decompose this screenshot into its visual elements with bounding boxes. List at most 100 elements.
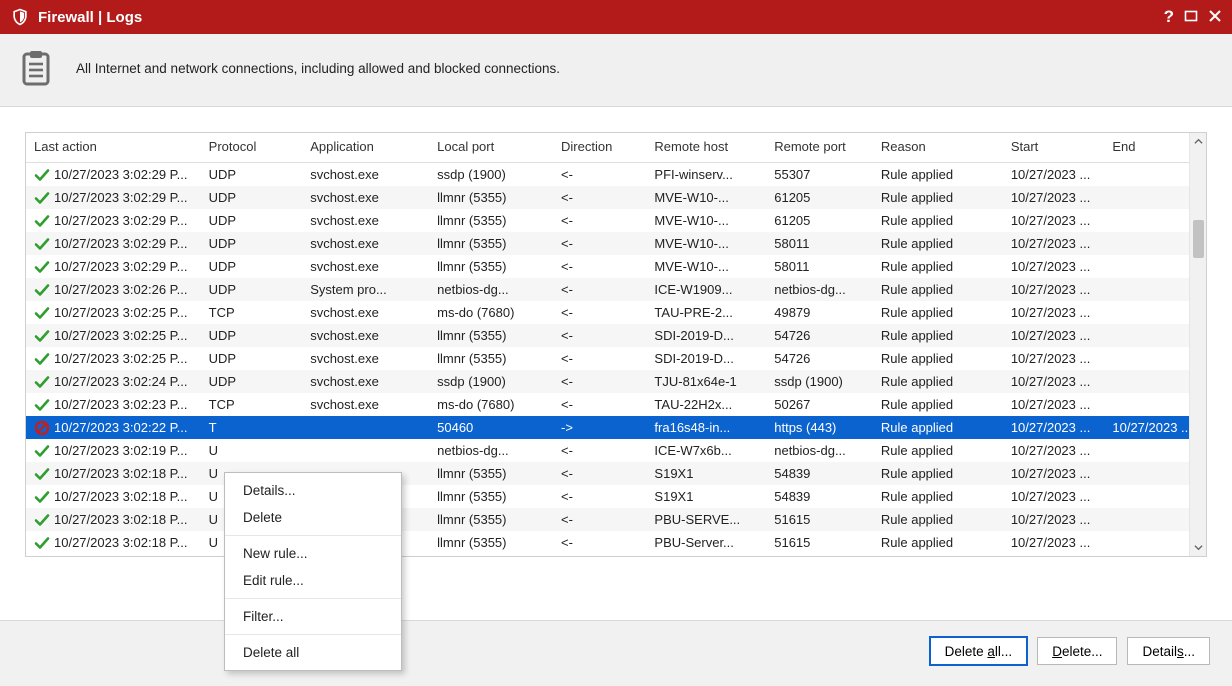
cell-protocol: UDP (201, 163, 303, 187)
cell-protocol: UDP (201, 278, 303, 301)
cell-start: 10/27/2023 ... (1003, 347, 1105, 370)
cell-last-action: 10/27/2023 3:02:29 P... (54, 188, 188, 207)
close-icon[interactable] (1208, 9, 1222, 26)
delete-all-button[interactable]: Delete all... (930, 637, 1028, 665)
cell-start: 10/27/2023 ... (1003, 439, 1105, 462)
cell-remote-host: TJU-81x64e-1 (646, 370, 766, 393)
cell-start: 10/27/2023 ... (1003, 278, 1105, 301)
table-row[interactable]: 10/27/2023 3:02:18 P...Ullmnr (5355)<-S1… (26, 485, 1206, 508)
cell-direction: <- (553, 347, 646, 370)
cell-last-action: 10/27/2023 3:02:29 P... (54, 165, 188, 184)
cell-application: svchost.exe (302, 324, 429, 347)
table-row[interactable]: 10/27/2023 3:02:26 P...UDPSystem pro...n… (26, 278, 1206, 301)
cell-remote-host: PFI-winserv... (646, 163, 766, 187)
vertical-scrollbar[interactable] (1189, 133, 1206, 556)
maximize-icon[interactable] (1184, 9, 1198, 26)
cell-last-action: 10/27/2023 3:02:18 P... (54, 464, 188, 483)
cell-reason: Rule applied (873, 255, 1003, 278)
menu-new-rule[interactable]: New rule... (225, 540, 401, 567)
cell-last-action: 10/27/2023 3:02:29 P... (54, 211, 188, 230)
menu-details[interactable]: Details... (225, 477, 401, 504)
cell-remote-port: ssdp (1900) (766, 370, 873, 393)
cell-reason: Rule applied (873, 209, 1003, 232)
menu-separator-1 (225, 535, 401, 536)
cell-last-action: 10/27/2023 3:02:24 P... (54, 372, 188, 391)
cell-local-port: llmnr (5355) (429, 186, 553, 209)
table-row[interactable]: 10/27/2023 3:02:25 P...UDPsvchost.exellm… (26, 324, 1206, 347)
table-row[interactable]: 10/27/2023 3:02:29 P...UDPsvchost.exellm… (26, 232, 1206, 255)
cell-remote-host: S19X1 (646, 462, 766, 485)
cell-remote-port: https (443) (766, 416, 873, 439)
table-row[interactable]: 10/27/2023 3:02:18 P...Ullmnr (5355)<-PB… (26, 508, 1206, 531)
app-shield-icon (10, 7, 30, 27)
cell-last-action: 10/27/2023 3:02:19 P... (54, 441, 188, 460)
allow-icon (34, 535, 50, 551)
col-direction[interactable]: Direction (553, 133, 646, 163)
cell-direction: <- (553, 370, 646, 393)
cell-local-port: netbios-dg... (429, 278, 553, 301)
allow-icon (34, 305, 50, 321)
table-row[interactable]: 10/27/2023 3:02:29 P...UDPsvchost.exellm… (26, 186, 1206, 209)
table-row[interactable]: 10/27/2023 3:02:23 P...TCPsvchost.exems-… (26, 393, 1206, 416)
col-remote-host[interactable]: Remote host (646, 133, 766, 163)
table-row[interactable]: 10/27/2023 3:02:19 P...Unetbios-dg...<-I… (26, 439, 1206, 462)
scroll-down-arrow[interactable] (1190, 539, 1206, 556)
col-application[interactable]: Application (302, 133, 429, 163)
col-local-port[interactable]: Local port (429, 133, 553, 163)
menu-separator-2 (225, 598, 401, 599)
cell-last-action: 10/27/2023 3:02:22 P... (54, 418, 188, 437)
table-row[interactable]: 10/27/2023 3:02:18 P...Ullmnr (5355)<-S1… (26, 462, 1206, 485)
delete-button[interactable]: Delete... (1037, 637, 1117, 665)
table-row[interactable]: 10/27/2023 3:02:29 P...UDPsvchost.exessd… (26, 163, 1206, 187)
cell-start: 10/27/2023 ... (1003, 232, 1105, 255)
col-last-action[interactable]: Last action (26, 133, 201, 163)
cell-local-port: netbios-dg... (429, 439, 553, 462)
allow-icon (34, 213, 50, 229)
help-icon[interactable]: ? (1164, 7, 1174, 27)
menu-delete[interactable]: Delete (225, 504, 401, 531)
cell-protocol: UDP (201, 232, 303, 255)
col-remote-port[interactable]: Remote port (766, 133, 873, 163)
cell-application (302, 416, 429, 439)
scroll-up-arrow[interactable] (1190, 133, 1206, 150)
cell-application: svchost.exe (302, 232, 429, 255)
allow-icon (34, 466, 50, 482)
col-start[interactable]: Start (1003, 133, 1105, 163)
cell-remote-port: 54726 (766, 347, 873, 370)
cell-reason: Rule applied (873, 462, 1003, 485)
table-row[interactable]: 10/27/2023 3:02:29 P...UDPsvchost.exellm… (26, 209, 1206, 232)
cell-local-port: llmnr (5355) (429, 255, 553, 278)
allow-icon (34, 512, 50, 528)
menu-delete-all[interactable]: Delete all (225, 639, 401, 666)
cell-local-port: llmnr (5355) (429, 462, 553, 485)
subheader: All Internet and network connections, in… (0, 34, 1232, 107)
cell-remote-port: 55307 (766, 163, 873, 187)
cell-direction: <- (553, 232, 646, 255)
cell-reason: Rule applied (873, 347, 1003, 370)
cell-start: 10/27/2023 ... (1003, 163, 1105, 187)
menu-edit-rule[interactable]: Edit rule... (225, 567, 401, 594)
table-row[interactable]: 10/27/2023 3:02:25 P...UDPsvchost.exellm… (26, 347, 1206, 370)
log-table: Last action Protocol Application Local p… (26, 133, 1206, 554)
col-reason[interactable]: Reason (873, 133, 1003, 163)
cell-local-port: llmnr (5355) (429, 209, 553, 232)
details-button[interactable]: Details... (1127, 637, 1210, 665)
table-row[interactable]: 10/27/2023 3:02:22 P...T50460->fra16s48-… (26, 416, 1206, 439)
table-row[interactable]: 10/27/2023 3:02:25 P...TCPsvchost.exems-… (26, 301, 1206, 324)
cell-reason: Rule applied (873, 163, 1003, 187)
scroll-thumb[interactable] (1193, 220, 1204, 258)
allow-icon (34, 489, 50, 505)
table-header-row[interactable]: Last action Protocol Application Local p… (26, 133, 1206, 163)
menu-filter[interactable]: Filter... (225, 603, 401, 630)
cell-reason: Rule applied (873, 324, 1003, 347)
col-protocol[interactable]: Protocol (201, 133, 303, 163)
table-row[interactable]: 10/27/2023 3:02:18 P...Ullmnr (5355)<-PB… (26, 531, 1206, 554)
table-row[interactable]: 10/27/2023 3:02:24 P...UDPsvchost.exessd… (26, 370, 1206, 393)
cell-remote-host: MVE-W10-... (646, 232, 766, 255)
table-row[interactable]: 10/27/2023 3:02:29 P...UDPsvchost.exellm… (26, 255, 1206, 278)
cell-direction: <- (553, 301, 646, 324)
cell-direction: <- (553, 163, 646, 187)
cell-start: 10/27/2023 ... (1003, 186, 1105, 209)
cell-remote-host: S19X1 (646, 485, 766, 508)
cell-application: svchost.exe (302, 255, 429, 278)
